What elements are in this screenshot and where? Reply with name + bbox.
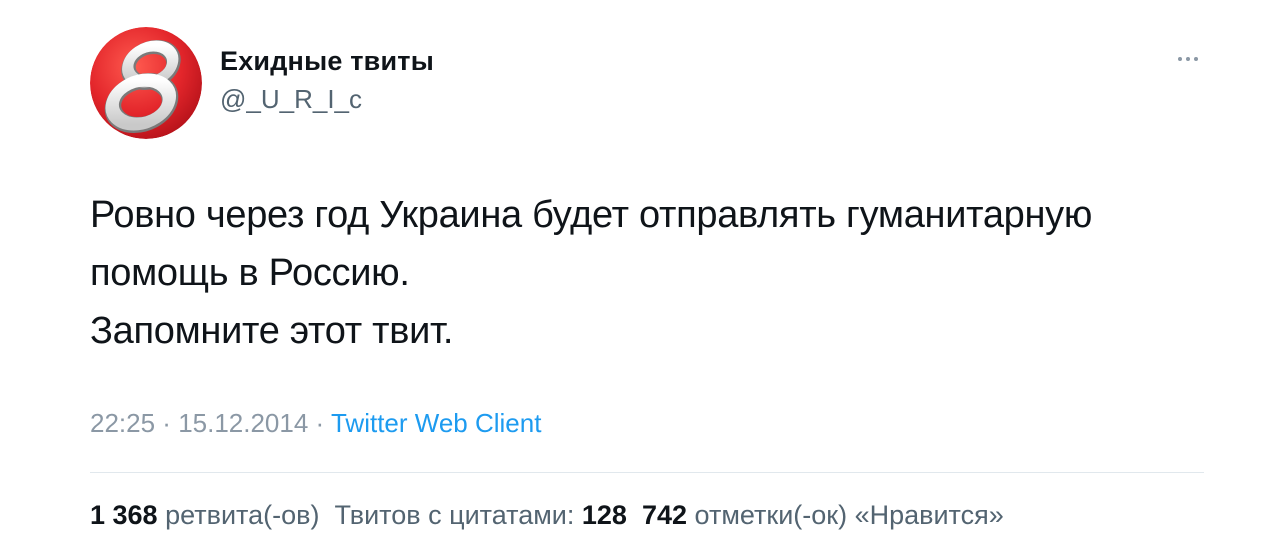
- more-dots-icon: [1194, 57, 1198, 61]
- author-handle[interactable]: @_U_R_I_c: [220, 84, 362, 115]
- more-dots-icon: [1178, 57, 1182, 61]
- tweet-source-link[interactable]: Twitter Web Client: [331, 408, 541, 438]
- avatar[interactable]: [90, 27, 202, 139]
- likes-count: 742: [641, 500, 688, 530]
- tweet-text-line: помощь в Россию.: [90, 252, 410, 294]
- retweets-count: 1 368: [90, 500, 158, 530]
- meta-separator: ·: [155, 408, 179, 438]
- tweet-date[interactable]: 15.12.2014: [178, 408, 308, 438]
- tweet-text-line: Ровно через год Украина будет отправлять…: [90, 194, 1093, 236]
- tweet-text-line: Запомните этот твит.: [90, 310, 454, 352]
- likes-stat[interactable]: 742 отметки(-ок) «Нравится»: [642, 500, 1004, 530]
- tweet-text: Ровно через год Украина будет отправлять…: [90, 186, 1220, 360]
- quotes-stat[interactable]: Твитов с цитатами: 128: [334, 500, 627, 530]
- meta-separator: ·: [308, 408, 331, 438]
- likes-label: отметки(-ок) «Нравится»: [694, 500, 1004, 530]
- retweets-stat[interactable]: 1 368 ретвита(-ов): [90, 500, 319, 530]
- quotes-count: 128: [581, 500, 627, 530]
- more-dots-icon: [1186, 57, 1190, 61]
- channel-8-logo-icon: [90, 27, 202, 139]
- quotes-label: Твитов с цитатами:: [334, 500, 575, 530]
- author-display-name[interactable]: Ехидные твиты: [220, 46, 434, 77]
- tweet-meta: 22:25 · 15.12.2014 · Twitter Web Client: [90, 408, 541, 439]
- tweet-stats: 1 368 ретвита(-ов) Твитов с цитатами: 12…: [90, 500, 1004, 531]
- tweet-time[interactable]: 22:25: [90, 408, 155, 438]
- divider: [90, 472, 1204, 473]
- more-options-button[interactable]: [1168, 44, 1208, 74]
- retweets-label: ретвита(-ов): [165, 500, 320, 530]
- tweet-detail: Ехидные твиты @_U_R_I_c Ровно через год …: [0, 0, 1280, 551]
